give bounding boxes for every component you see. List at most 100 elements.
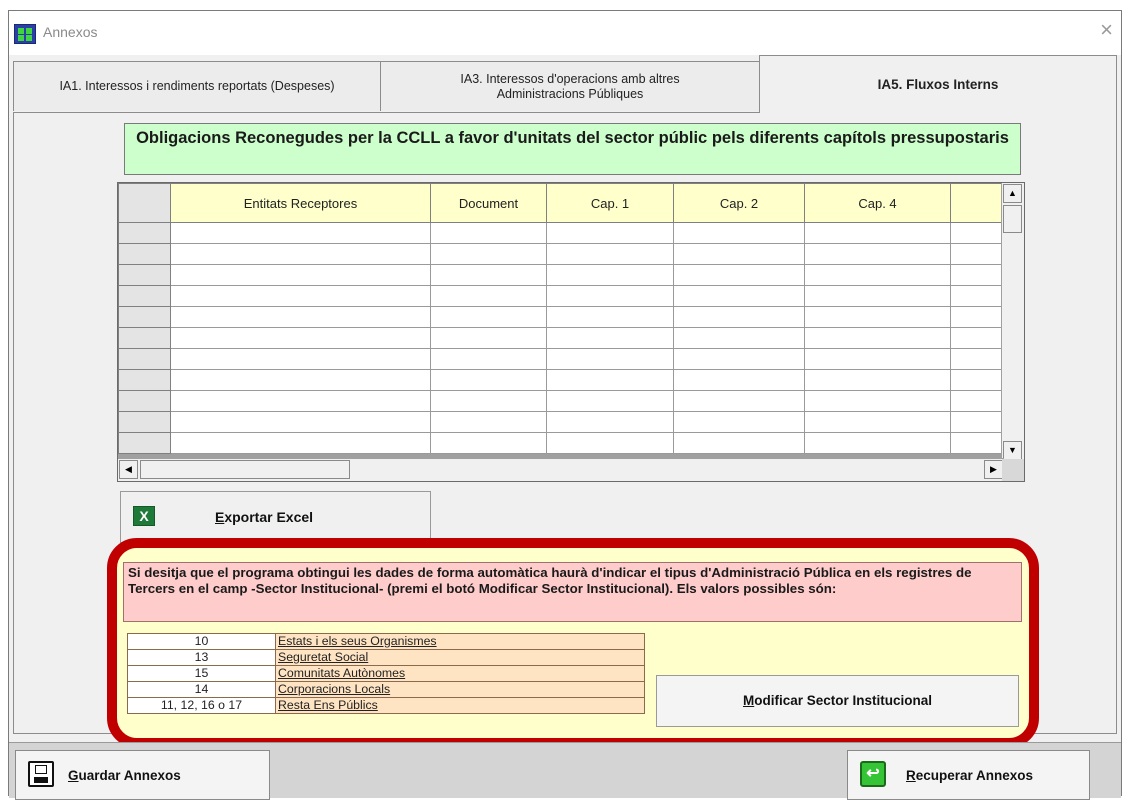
- grid-cell[interactable]: [170, 243, 431, 265]
- sector-description: Seguretat Social: [275, 649, 645, 666]
- grid-cell[interactable]: [430, 222, 547, 244]
- grid-cell[interactable]: [170, 348, 431, 370]
- grid-cell[interactable]: [546, 243, 674, 265]
- row-header-cell[interactable]: [118, 285, 171, 307]
- row-header-cell[interactable]: [118, 222, 171, 244]
- grid-cell[interactable]: [673, 285, 805, 307]
- horizontal-scroll-thumb[interactable]: [140, 460, 350, 479]
- grid-cell[interactable]: [673, 306, 805, 328]
- save-annexes-button[interactable]: Guardar Annexos: [15, 750, 270, 800]
- row-header-cell[interactable]: [118, 306, 171, 328]
- grid-cell[interactable]: [170, 222, 431, 244]
- grid-cell[interactable]: [673, 411, 805, 433]
- grid-cell[interactable]: [673, 432, 805, 454]
- table-row[interactable]: [118, 327, 1011, 349]
- grid-cell[interactable]: [804, 411, 951, 433]
- column-header-entitats[interactable]: Entitats Receptores: [170, 183, 431, 223]
- table-row[interactable]: [118, 432, 1011, 454]
- column-header-cap1[interactable]: Cap. 1: [546, 183, 674, 223]
- column-header-cap4[interactable]: Cap. 4: [804, 183, 951, 223]
- horizontal-scrollbar[interactable]: ◀ ▶: [118, 458, 1004, 481]
- data-grid[interactable]: Entitats Receptores Document Cap. 1 Cap.…: [117, 182, 1025, 482]
- tab-ia5[interactable]: IA5. Fluxos Interns: [759, 55, 1117, 113]
- grid-cell[interactable]: [804, 243, 951, 265]
- grid-cell[interactable]: [546, 390, 674, 412]
- table-row[interactable]: [118, 390, 1011, 412]
- row-header-cell[interactable]: [118, 264, 171, 286]
- grid-cell[interactable]: [430, 285, 547, 307]
- column-header-cap2[interactable]: Cap. 2: [673, 183, 805, 223]
- grid-cell[interactable]: [546, 264, 674, 286]
- row-header-cell[interactable]: [118, 348, 171, 370]
- row-header-cell[interactable]: [118, 411, 171, 433]
- grid-cell[interactable]: [673, 390, 805, 412]
- grid-cell[interactable]: [804, 348, 951, 370]
- export-excel-button[interactable]: X Exportar Excel: [120, 491, 431, 543]
- vertical-scrollbar[interactable]: ▲ ▼: [1001, 183, 1024, 461]
- grid-cell[interactable]: [170, 264, 431, 286]
- grid-cell[interactable]: [170, 285, 431, 307]
- grid-cell[interactable]: [170, 390, 431, 412]
- grid-cell[interactable]: [546, 222, 674, 244]
- grid-cell[interactable]: [546, 348, 674, 370]
- grid-cell[interactable]: [430, 264, 547, 286]
- grid-cell[interactable]: [170, 411, 431, 433]
- table-row[interactable]: [118, 348, 1011, 370]
- grid-cell[interactable]: [430, 432, 547, 454]
- table-row[interactable]: [118, 264, 1011, 286]
- row-header-cell[interactable]: [118, 243, 171, 265]
- grid-cell[interactable]: [546, 369, 674, 391]
- grid-cell[interactable]: [804, 432, 951, 454]
- grid-cell[interactable]: [430, 327, 547, 349]
- table-row[interactable]: [118, 243, 1011, 265]
- table-row[interactable]: [118, 285, 1011, 307]
- grid-cell[interactable]: [430, 411, 547, 433]
- grid-cell[interactable]: [546, 285, 674, 307]
- vertical-scroll-thumb[interactable]: [1003, 205, 1022, 233]
- grid-cell[interactable]: [430, 306, 547, 328]
- grid-cell[interactable]: [804, 327, 951, 349]
- grid-cell[interactable]: [673, 222, 805, 244]
- grid-cell[interactable]: [804, 264, 951, 286]
- close-icon[interactable]: ×: [1100, 19, 1113, 41]
- grid-cell[interactable]: [430, 348, 547, 370]
- grid-cell[interactable]: [673, 264, 805, 286]
- modify-sector-button[interactable]: Modificar Sector Institucional: [656, 675, 1019, 727]
- grid-cell[interactable]: [804, 285, 951, 307]
- grid-cell[interactable]: [673, 327, 805, 349]
- grid-cell[interactable]: [804, 306, 951, 328]
- scroll-right-icon[interactable]: ▶: [984, 460, 1003, 479]
- grid-cell[interactable]: [673, 369, 805, 391]
- grid-cell[interactable]: [546, 327, 674, 349]
- scroll-down-icon[interactable]: ▼: [1003, 441, 1022, 460]
- row-header-cell[interactable]: [118, 369, 171, 391]
- scroll-left-icon[interactable]: ◀: [119, 460, 138, 479]
- table-row[interactable]: [118, 411, 1011, 433]
- grid-cell[interactable]: [170, 369, 431, 391]
- table-row[interactable]: [118, 222, 1011, 244]
- tab-ia1[interactable]: IA1. Interessos i rendiments reportats (…: [13, 61, 381, 111]
- grid-cell[interactable]: [546, 411, 674, 433]
- grid-cell[interactable]: [673, 348, 805, 370]
- grid-cell[interactable]: [430, 390, 547, 412]
- row-header-cell[interactable]: [118, 390, 171, 412]
- grid-cell[interactable]: [170, 306, 431, 328]
- column-header-document[interactable]: Document: [430, 183, 547, 223]
- grid-cell[interactable]: [804, 390, 951, 412]
- table-row[interactable]: [118, 306, 1011, 328]
- row-header-cell[interactable]: [118, 327, 171, 349]
- grid-cell[interactable]: [170, 327, 431, 349]
- grid-cell[interactable]: [546, 306, 674, 328]
- grid-cell[interactable]: [546, 432, 674, 454]
- grid-cell[interactable]: [673, 243, 805, 265]
- grid-cell[interactable]: [170, 432, 431, 454]
- row-header-cell[interactable]: [118, 432, 171, 454]
- grid-cell[interactable]: [804, 369, 951, 391]
- table-row[interactable]: [118, 369, 1011, 391]
- tab-ia3[interactable]: IA3. Interessos d'operacions amb altres …: [380, 61, 760, 111]
- scroll-up-icon[interactable]: ▲: [1003, 184, 1022, 203]
- grid-cell[interactable]: [804, 222, 951, 244]
- grid-cell[interactable]: [430, 369, 547, 391]
- recover-annexes-button[interactable]: ↩ Recuperar Annexos: [847, 750, 1090, 800]
- grid-cell[interactable]: [430, 243, 547, 265]
